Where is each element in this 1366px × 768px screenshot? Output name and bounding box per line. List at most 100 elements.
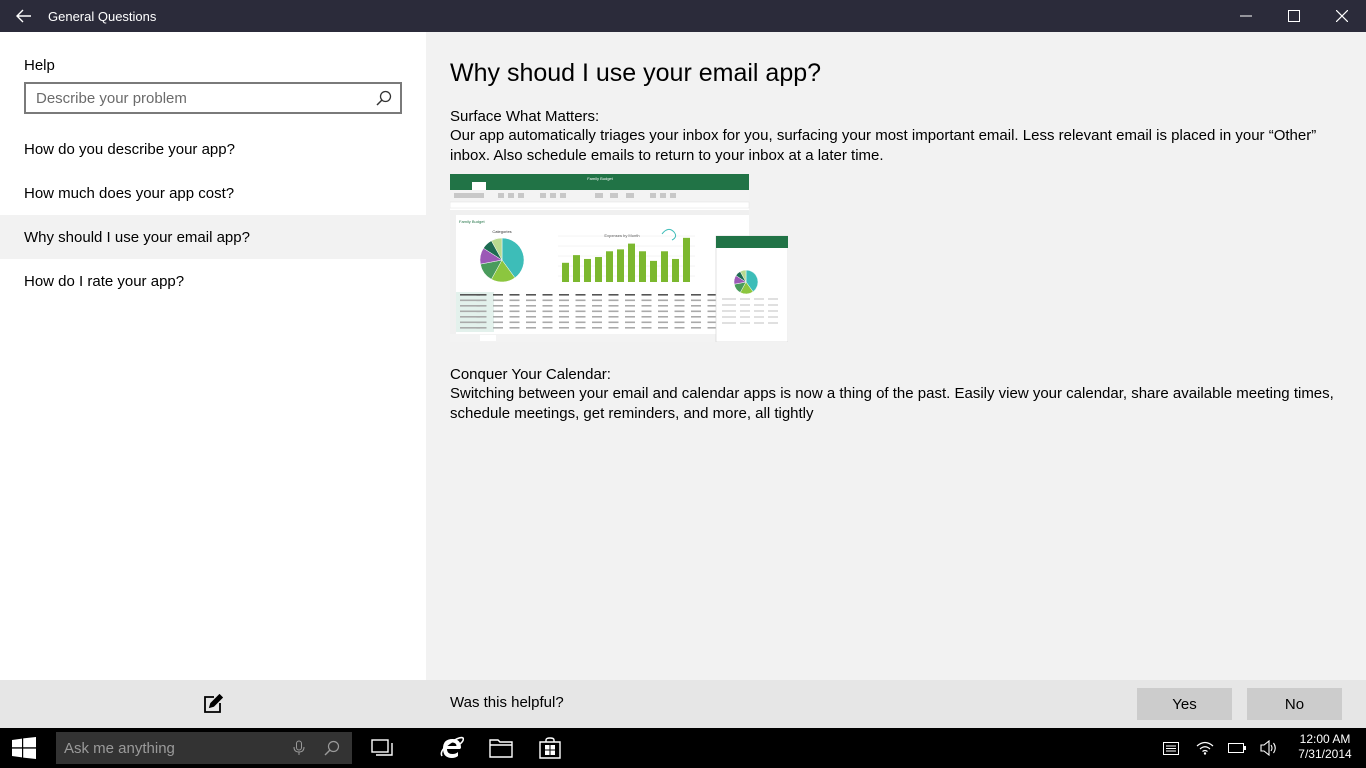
- section-body: Our app automatically triages your inbox…: [450, 127, 1317, 164]
- table-cell: [641, 316, 652, 318]
- table-cell: [641, 310, 652, 313]
- table-cell: [526, 321, 536, 324]
- table-cell: [493, 299, 503, 302]
- search-icon[interactable]: [324, 740, 340, 756]
- bar-2: [584, 258, 591, 282]
- table-cell: [575, 310, 586, 313]
- table-cell: [625, 299, 635, 302]
- taskbar: 12:00 AM 7/31/2014: [0, 728, 1366, 768]
- table-cell: [592, 316, 602, 318]
- back-button[interactable]: [0, 0, 48, 32]
- clock-time: 12:00 AM: [1299, 732, 1351, 746]
- file-explorer-button[interactable]: [477, 728, 525, 768]
- svg-text:Family Budget: Family Budget: [459, 219, 485, 224]
- action-center-button[interactable]: [1158, 728, 1184, 768]
- store-icon: [539, 737, 561, 759]
- volume-button[interactable]: [1256, 728, 1282, 768]
- bar-5: [617, 249, 624, 282]
- search-input[interactable]: [26, 84, 368, 112]
- table-cell: [674, 310, 685, 313]
- compose-button[interactable]: [193, 684, 233, 724]
- table-cell: [476, 299, 487, 302]
- table-cell: [476, 310, 487, 313]
- question-item-describe[interactable]: How do you describe your app?: [0, 127, 426, 171]
- table-cell: [691, 294, 701, 296]
- table-cell: [625, 294, 635, 296]
- action-center-icon: [1163, 741, 1179, 755]
- sheet-title: Family Budget: [587, 176, 613, 181]
- microphone-icon[interactable]: [292, 740, 306, 756]
- table-cell: [674, 327, 685, 329]
- bar-0: [562, 262, 569, 282]
- task-view-button[interactable]: [358, 728, 406, 768]
- search-button[interactable]: [368, 84, 400, 112]
- wifi-button[interactable]: [1192, 728, 1218, 768]
- clock-date: 7/31/2014: [1298, 747, 1352, 761]
- table-cell: [674, 305, 685, 307]
- table-cell: [658, 310, 668, 313]
- no-button[interactable]: No: [1247, 688, 1342, 720]
- table-cell: [559, 294, 569, 296]
- pie-chart: [479, 237, 525, 283]
- table-cell: [575, 305, 586, 307]
- section-title: Surface What Matters:: [450, 108, 600, 125]
- arrow-left-icon: [16, 9, 31, 23]
- question-item-why-use[interactable]: Why should I use your email app?: [0, 215, 426, 259]
- sidebar-footer: [0, 680, 426, 728]
- maximize-button[interactable]: [1270, 0, 1318, 32]
- table-cell: [542, 299, 553, 302]
- table-cell: [575, 316, 586, 318]
- store-button[interactable]: [526, 728, 574, 768]
- bar-6: [628, 243, 635, 282]
- table-cell: [493, 316, 503, 318]
- question-item-cost[interactable]: How much does your app cost?: [0, 171, 426, 215]
- table-cell: [493, 294, 503, 296]
- question-item-rate[interactable]: How do I rate your app?: [0, 259, 426, 303]
- bar-9: [661, 251, 668, 282]
- excel-screenshot-image: Family Budget Family Budget Categories E…: [449, 174, 789, 343]
- table-cell: [592, 294, 602, 296]
- cortana-search-box[interactable]: [56, 732, 352, 764]
- table-cell: [526, 294, 536, 296]
- table-cell: [674, 316, 685, 318]
- close-button[interactable]: [1318, 0, 1366, 32]
- table-cell: [592, 299, 602, 302]
- internet-explorer-button[interactable]: [428, 728, 476, 768]
- battery-icon: [1228, 743, 1246, 753]
- table-cell: [658, 316, 668, 318]
- table-cell: [509, 310, 520, 313]
- bar-3: [595, 257, 602, 282]
- article-heading: Why shoud I use your email app?: [450, 59, 822, 87]
- minimize-button[interactable]: [1222, 0, 1270, 32]
- table-cell: [658, 305, 668, 307]
- volume-icon: [1260, 740, 1276, 756]
- taskbar-search-input[interactable]: [56, 732, 276, 764]
- table-cell: [542, 310, 553, 313]
- table-cell: [542, 321, 553, 324]
- table-cell: [592, 305, 602, 307]
- table-cell: [526, 299, 536, 302]
- start-button[interactable]: [0, 728, 48, 768]
- feedback-bar: Was this helpful? Yes No: [426, 680, 1366, 728]
- question-list: How do you describe your app? How much d…: [0, 127, 426, 303]
- table-cell: [625, 310, 635, 313]
- table-cell: [691, 316, 701, 318]
- minimize-icon: [1240, 15, 1252, 17]
- clock[interactable]: 12:00 AM 7/31/2014: [1286, 732, 1364, 762]
- section-body: Switching between your email and calenda…: [450, 385, 1334, 422]
- battery-button[interactable]: [1224, 728, 1250, 768]
- search-box[interactable]: [24, 82, 402, 114]
- table-cell: [575, 299, 586, 302]
- table-cell: [493, 321, 503, 324]
- table-cell: [625, 305, 635, 307]
- table-cell: [476, 294, 487, 296]
- table-cell: [476, 305, 487, 307]
- table-cell: [625, 327, 635, 329]
- table-cell: [691, 310, 701, 313]
- table-cell: [658, 327, 668, 329]
- yes-button[interactable]: Yes: [1137, 688, 1232, 720]
- feedback-question: Was this helpful?: [450, 694, 564, 711]
- table-cell: [658, 294, 668, 296]
- bar-11: [683, 237, 690, 282]
- table-cell: [608, 310, 619, 313]
